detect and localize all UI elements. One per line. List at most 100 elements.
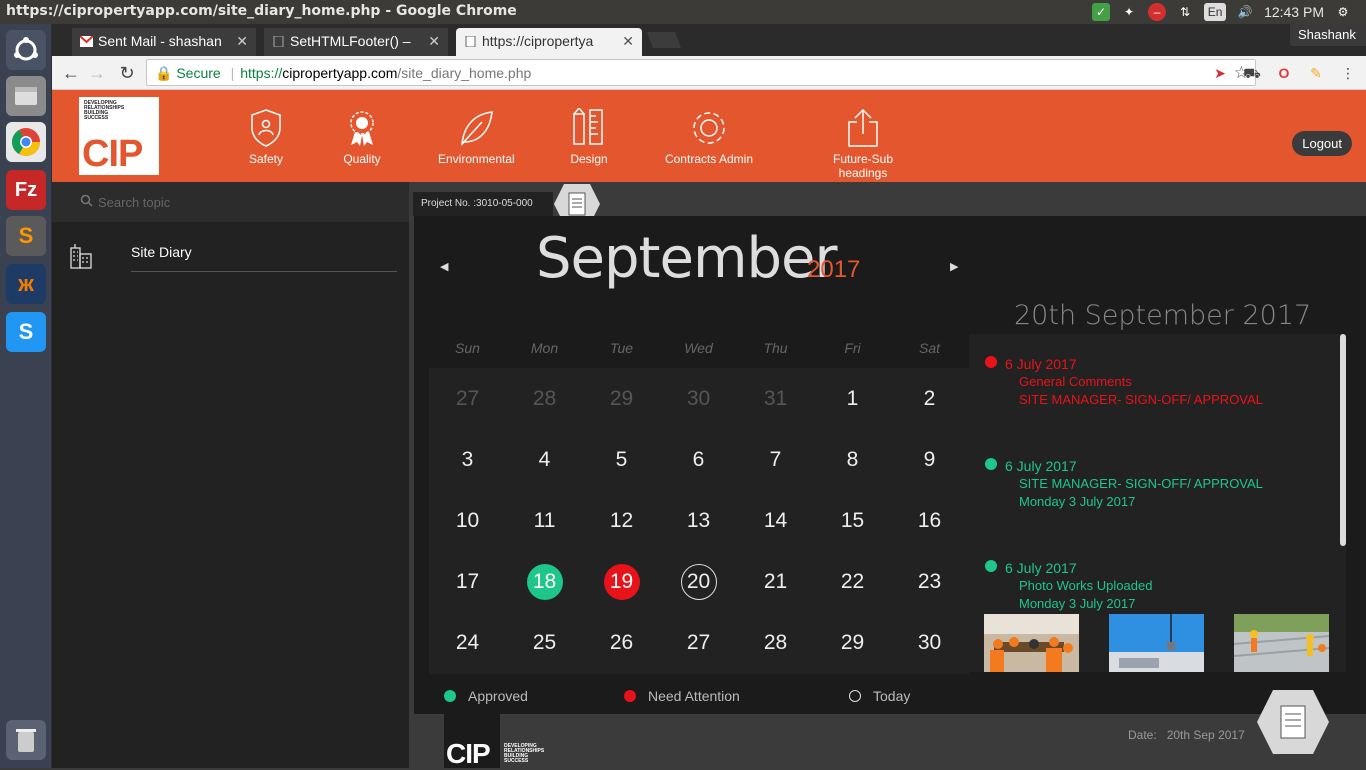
calendar-day[interactable]: 19 (583, 551, 660, 612)
status-dot (985, 458, 997, 470)
weekday-header: Sun Mon Tue Wed Thu Fri Sat (429, 340, 969, 364)
filezilla-icon[interactable]: Fz (6, 170, 46, 210)
calendar-day[interactable]: 6 (660, 429, 737, 490)
close-tab-icon[interactable]: ✕ (428, 33, 440, 50)
menu-kebab-icon[interactable]: ⋮ (1338, 63, 1358, 83)
calendar-day[interactable]: 12 (583, 490, 660, 551)
weekday-label: Wed (684, 340, 713, 356)
files-icon[interactable] (6, 76, 46, 116)
search-input[interactable] (98, 191, 388, 213)
tab-sethtmlfooter[interactable]: SetHTMLFooter() – ✕ (264, 28, 448, 56)
calendar-day[interactable]: 29 (583, 368, 660, 429)
chrome-icon[interactable] (6, 122, 46, 162)
calendar-day[interactable]: 27 (660, 612, 737, 673)
calendar-panel: ◀ September 2017 ▶ Sun Mon Tue Wed Thu F… (414, 216, 1366, 714)
forward-button[interactable]: → (86, 62, 108, 84)
calendar-day[interactable]: 18 (506, 551, 583, 612)
cip-logo[interactable]: DEVELOPING RELATIONSHIPS BUILDING SUCCESS C… (79, 97, 159, 175)
nav-label: Environmental (438, 152, 515, 166)
calendar-day[interactable]: 2 (891, 368, 968, 429)
calendar-day[interactable]: 25 (506, 612, 583, 673)
legend-approved: Approved (444, 678, 528, 714)
network-arrows-icon[interactable]: ⇅ (1176, 3, 1194, 21)
calendar-day[interactable]: 10 (429, 490, 506, 551)
calendar-day[interactable]: 29 (814, 612, 891, 673)
calendar-day[interactable]: 28 (506, 368, 583, 429)
footer-document-icon[interactable] (1255, 688, 1331, 756)
ubuntu-dash-icon[interactable] (6, 30, 46, 70)
prev-month-button[interactable]: ◀ (440, 260, 448, 273)
calendar-day[interactable]: 11 (506, 490, 583, 551)
calendar-day[interactable]: 5 (583, 429, 660, 490)
calendar-day[interactable]: 4 (506, 429, 583, 490)
power-gear-icon[interactable]: ⚙ (1334, 3, 1352, 21)
calendar-day[interactable]: 1 (814, 368, 891, 429)
nav-safety[interactable]: Safety (248, 108, 284, 166)
extension-bird-icon[interactable]: ➤ (1210, 63, 1230, 83)
opera-vpn-icon[interactable]: O (1274, 63, 1294, 83)
extension-pencil-icon[interactable]: ✎ (1306, 63, 1326, 83)
calendar-day[interactable]: 30 (891, 612, 968, 673)
photo-thumbnail[interactable] (1109, 614, 1204, 672)
calendar-day[interactable]: 23 (891, 551, 968, 612)
clock[interactable]: 12:43 PM (1264, 4, 1324, 20)
calendar-day[interactable]: 22 (814, 551, 891, 612)
calendar-day[interactable]: 21 (737, 551, 814, 612)
event-list-scrollbar[interactable] (1340, 334, 1346, 546)
calendar-day[interactable]: 9 (891, 429, 968, 490)
photo-thumbnail[interactable] (1234, 614, 1329, 672)
extension-cast-icon[interactable]: ⛟ (1242, 63, 1262, 83)
nav-future-sub-headings[interactable]: Future-Sub headings (808, 108, 918, 180)
calendar-day[interactable]: 20 (660, 551, 737, 612)
keyboard-layout[interactable]: En (1204, 3, 1227, 21)
close-tab-icon[interactable]: ✕ (622, 33, 634, 50)
skype-icon[interactable]: S (6, 312, 46, 352)
photo-thumbnail[interactable] (984, 614, 1079, 672)
profile-button[interactable]: Shashank (1290, 24, 1366, 46)
nav-quality[interactable]: Quality (342, 108, 382, 166)
calendar-day[interactable]: 31 (737, 368, 814, 429)
calendar-day[interactable]: 13 (660, 490, 737, 551)
tab-label: https://cipropertya (482, 33, 594, 49)
calendar-day[interactable]: 7 (737, 429, 814, 490)
close-tab-icon[interactable]: ✕ (236, 33, 248, 50)
volume-icon[interactable]: 🔊 (1236, 3, 1254, 21)
xampp-icon[interactable]: ж (6, 264, 46, 304)
trash-icon[interactable] (6, 720, 46, 760)
new-tab-button[interactable] (647, 32, 681, 48)
calendar-day[interactable]: 28 (737, 612, 814, 673)
calendar-day[interactable]: 15 (814, 490, 891, 551)
address-bar[interactable]: 🔒 Secure | https://cipropertyapp.com/site… (146, 59, 1256, 86)
sublime-text-icon[interactable]: S (6, 216, 46, 256)
calendar-day[interactable]: 14 (737, 490, 814, 551)
nav-contracts-admin[interactable]: Contracts Admin (664, 108, 754, 166)
calendar-day[interactable]: 8 (814, 429, 891, 490)
calendar-day[interactable]: 3 (429, 429, 506, 490)
approved-dot (444, 690, 456, 702)
tab-sent-mail[interactable]: Sent Mail - shashan ✕ (72, 28, 256, 56)
calendar-day[interactable]: 26 (583, 612, 660, 673)
logout-button[interactable]: Logout (1292, 131, 1352, 156)
lock-icon: 🔒 (155, 65, 173, 81)
url-scheme: https:// (240, 65, 283, 81)
nav-label: Quality (343, 152, 381, 166)
day-number: 29 (840, 631, 865, 654)
day-number: 20 (680, 564, 717, 600)
nav-environmental[interactable]: Environmental (438, 108, 515, 166)
calendar-day[interactable]: 17 (429, 551, 506, 612)
calendar-day[interactable]: 24 (429, 612, 506, 673)
tab-cipropertyapp[interactable]: https://cipropertya ✕ (456, 28, 642, 56)
sidebar-item-label: Site Diary (131, 244, 192, 260)
no-entry-icon[interactable]: – (1148, 3, 1167, 21)
sidebar-item-site-diary[interactable]: Site Diary (52, 236, 409, 272)
back-button[interactable]: ← (60, 62, 82, 84)
dropbox-icon[interactable]: ✦ (1120, 3, 1138, 21)
calendar-day[interactable]: 16 (891, 490, 968, 551)
secure-label: Secure (176, 65, 221, 81)
next-month-button[interactable]: ▶ (950, 260, 958, 273)
calendar-day[interactable]: 27 (429, 368, 506, 429)
shield-check-icon[interactable]: ✓ (1092, 3, 1111, 21)
calendar-day[interactable]: 30 (660, 368, 737, 429)
nav-design[interactable]: Design (570, 108, 608, 166)
reload-button[interactable]: ↻ (116, 62, 138, 84)
